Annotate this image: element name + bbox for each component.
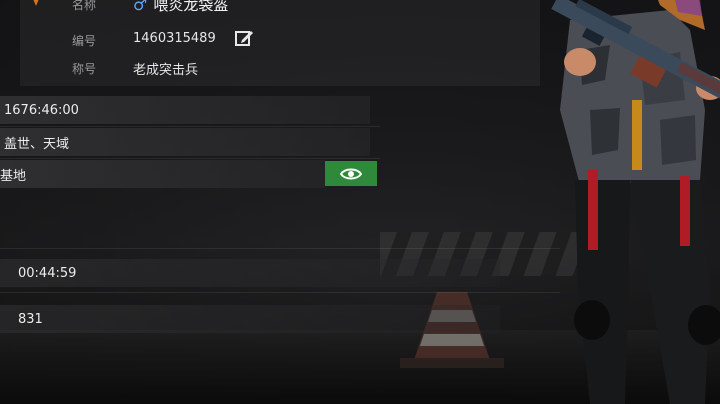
region-row: 盖世、天域 xyxy=(0,128,370,156)
count-row: 831 xyxy=(0,305,500,333)
duration-value: 00:44:59 xyxy=(18,265,77,281)
profile-panel xyxy=(20,0,540,86)
base-value: 基地 xyxy=(0,168,27,184)
playtime-row: 1676:46:00 xyxy=(0,96,370,124)
divider xyxy=(0,292,560,293)
divider xyxy=(0,248,560,249)
name-row: ♂ 喂炎龙袋盔 xyxy=(133,0,228,15)
duration-row: 00:44:59 xyxy=(0,259,500,287)
title-label: 称号 xyxy=(72,62,97,76)
divider xyxy=(0,158,380,159)
id-label: 编号 xyxy=(72,34,97,48)
view-button[interactable] xyxy=(325,161,377,186)
character-model xyxy=(551,0,720,404)
male-gender-icon: ♂ xyxy=(133,0,148,14)
divider xyxy=(0,126,380,127)
eye-icon xyxy=(340,168,362,179)
playtime-value: 1676:46:00 xyxy=(4,102,79,118)
count-value: 831 xyxy=(18,311,43,327)
rank-emblem-icon xyxy=(33,0,39,6)
player-id: 1460315489 xyxy=(133,31,216,46)
region-value: 盖世、天域 xyxy=(4,136,70,152)
edit-icon[interactable] xyxy=(234,28,254,48)
player-title: 老成突击兵 xyxy=(133,63,199,78)
player-name: 喂炎龙袋盔 xyxy=(153,0,229,14)
name-label: 名称 xyxy=(72,0,97,12)
base-row: 基地 xyxy=(0,160,325,188)
